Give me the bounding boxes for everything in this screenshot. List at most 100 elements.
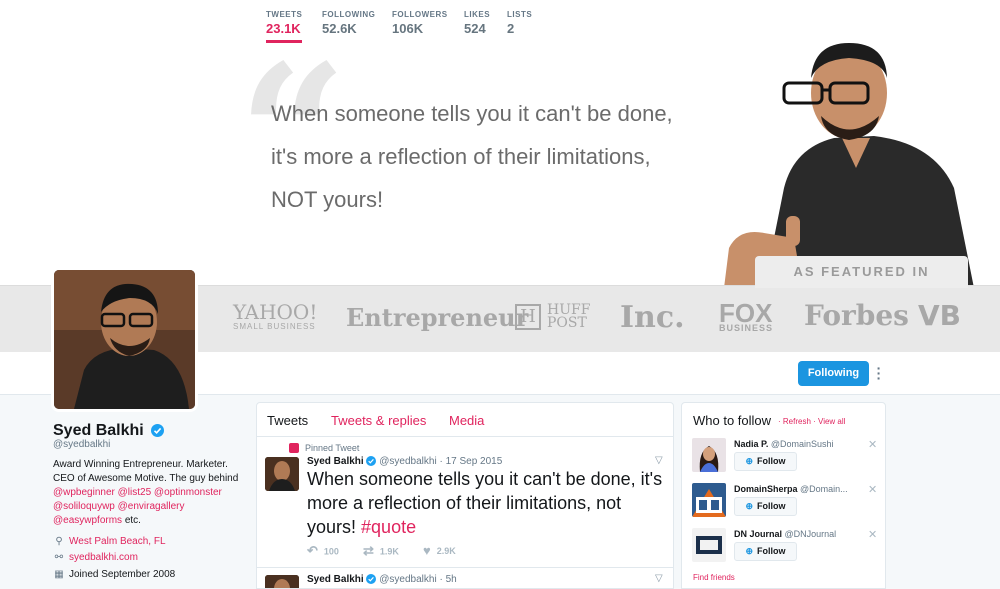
location-pin-icon: ⚲ [55,536,63,547]
like-action[interactable]: ♥ 2.9K [423,543,456,559]
yahoo-logo-text: YAHOO! [233,300,318,324]
vb-logo: VB [918,299,962,332]
bio-link-enviragallery[interactable]: @enviragallery [118,501,185,512]
retweet-count: 1.9K [379,546,399,557]
refresh-link[interactable]: Refresh [783,417,811,426]
view-all-link[interactable]: View all [818,417,845,426]
bio-link-list25[interactable]: @list25 [118,487,152,498]
timeline: Tweets Tweets & replies Media Pinned Twe… [256,402,674,589]
verified-badge-icon [366,456,377,467]
fox-business-logo: FOX BUSINESS [719,300,774,333]
profile-avatar[interactable] [51,267,198,412]
stat-value: 2 [507,21,515,36]
tweet-author-handle[interactable]: @syedbalkhi [379,456,436,467]
tab-tweets[interactable]: Tweets [267,413,308,428]
entrepreneur-logo: Entrepreneur [346,303,529,332]
tab-media[interactable]: Media [449,413,484,428]
nav-following[interactable]: FOLLOWING 52.6K [322,10,375,36]
website-link[interactable]: syedbalkhi.com [69,552,138,563]
following-button[interactable]: Following [798,361,869,386]
suggestion-name[interactable]: DomainSherpa @Domain... [734,484,848,494]
link-icon: ⚯ [54,552,64,563]
follow-button[interactable]: ⊕ Follow [734,497,797,516]
reply-icon: ↶ [307,543,318,558]
tweet-author-handle[interactable]: @syedbalkhi [379,574,436,585]
suggestion-display-name: Nadia P. [734,439,769,449]
bio-link-wpbeginner[interactable]: @wpbeginner [53,487,115,498]
add-user-icon: ⊕ [745,546,754,556]
fox-logo-sub: BUSINESS [719,323,774,333]
close-icon[interactable]: ✕ [868,528,877,541]
stat-label: LIKES [464,10,491,19]
close-icon[interactable]: ✕ [868,483,877,496]
suggestion-avatar[interactable] [692,483,726,517]
tweet-avatar[interactable] [265,575,299,588]
suggestion-avatar-photo [692,528,726,562]
profile-bio: Award Winning Entrepreneur. Marketer. CE… [53,458,243,528]
profile-joined: ▦ Joined September 2008 [53,569,175,580]
nav-lists[interactable]: LISTS 2 [507,10,532,36]
follow-button[interactable]: ⊕ Follow [734,452,797,471]
suggestion-avatar[interactable] [692,528,726,562]
huffpost-logo: H HUFF POST [515,303,590,330]
profile-website: ⚯ syedbalkhi.com [53,552,138,563]
retweet-action[interactable]: ⇄ 1.9K [363,543,399,560]
location-text[interactable]: West Palm Beach, FL [69,536,166,547]
tweet-avatar-photo [265,575,299,588]
bio-end: etc. [122,515,141,526]
stat-label: FOLLOWING [322,10,376,19]
joined-text: Joined September 2008 [69,569,176,580]
chevron-down-icon[interactable]: ▽ [655,573,663,584]
verified-badge-icon [151,424,165,438]
retweet-icon: ⇄ [363,543,374,558]
stat-label: TWEETS [266,10,303,19]
chevron-down-icon[interactable]: ▽ [655,455,663,466]
timeline-tabs: Tweets Tweets & replies Media [257,403,673,437]
who-to-follow-title: Who to follow [693,413,772,428]
bio-link-easywpforms[interactable]: @easywpforms [53,515,122,526]
nav-tweets[interactable]: TWEETS 23.1K [266,10,303,43]
tweet-author-name[interactable]: Syed Balkhi [307,456,364,467]
tweet-date[interactable]: 5h [446,574,457,585]
stat-value: 106K [392,21,424,36]
bio-text: Award Winning Entrepreneur. Marketer. CE… [53,459,239,484]
tweet-avatar[interactable] [265,457,299,491]
huffpost-logo-box: H [515,304,541,330]
suggestion-display-name: DomainSherpa [734,484,798,494]
add-user-icon: ⊕ [745,456,754,466]
yahoo-logo-sub: SMALL BUSINESS [233,322,316,331]
tab-tweets-replies[interactable]: Tweets & replies [331,413,426,428]
profile-name[interactable]: Syed Balkhi [53,422,165,440]
find-friends-link[interactable]: Find friends [693,573,735,582]
suggestion-name[interactable]: DN Journal @DNJournal [734,529,836,539]
suggestion-name[interactable]: Nadia P. @DomainSushi [734,439,834,449]
reply-action[interactable]: ↶ 100 [307,543,339,560]
close-icon[interactable]: ✕ [868,438,877,451]
suggestion-handle: @DNJournal [784,529,837,539]
suggestion-avatar-photo [692,438,726,472]
vertical-dots-icon[interactable]: · · · [874,361,884,385]
forbes-logo: Forbes [804,299,909,332]
nav-likes[interactable]: LIKES 524 [464,10,490,36]
tweet-text: When someone tells you it can't be done,… [307,467,667,539]
follow-label: Follow [757,456,786,466]
tweet-hashtag[interactable]: #quote [361,517,416,537]
bio-link-soliloquywp[interactable]: @soliloquywp [53,501,115,512]
tweet-author-name[interactable]: Syed Balkhi [307,574,364,585]
nav-followers[interactable]: FOLLOWERS 106K [392,10,448,36]
tweet-date[interactable]: 17 Sep 2015 [446,456,503,467]
like-count: 2.9K [436,545,456,556]
inc-logo: Inc. [620,300,685,335]
follow-button[interactable]: ⊕ Follow [734,542,797,561]
stat-label: LISTS [507,10,533,19]
suggestion-display-name: DN Journal [734,529,783,539]
add-user-icon: ⊕ [745,501,754,511]
suggestion-avatar[interactable] [692,438,726,472]
suggestion-handle: @Domain... [800,484,848,494]
tweet-avatar-photo [265,457,299,491]
profile-handle[interactable]: @syedbalkhi [53,439,110,450]
pinned-tweet-label: Pinned Tweet [289,442,359,454]
tweet-header: Syed Balkhi @syedbalkhi · 5h [307,574,457,585]
quote-line: it's more a reflection of their limitati… [271,144,651,169]
bio-link-optinmonster[interactable]: @optinmonster [154,487,222,498]
